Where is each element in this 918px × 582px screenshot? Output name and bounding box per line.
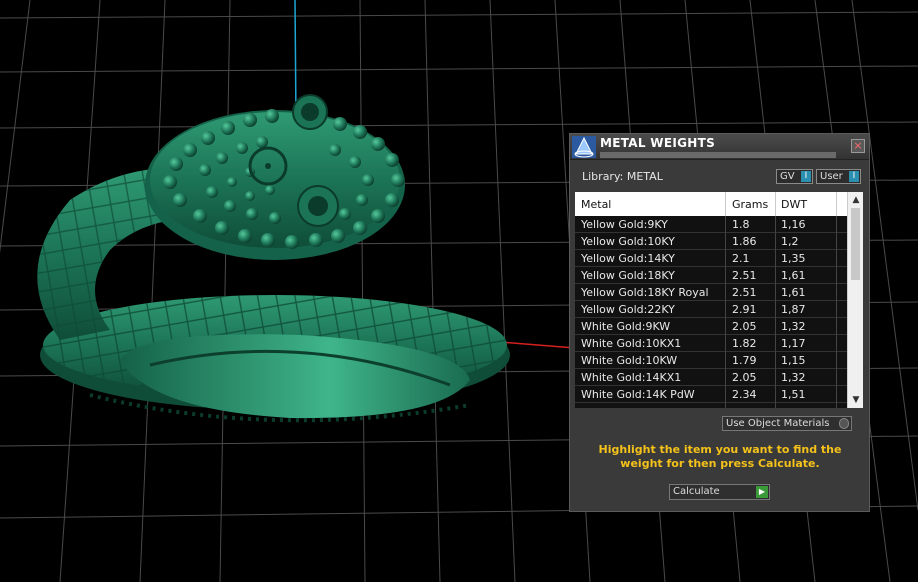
dwt-cell: 1,17 (781, 337, 806, 350)
scroll-down-icon[interactable]: ▼ (850, 394, 862, 406)
table-header: Metal Grams DWT (575, 192, 847, 217)
dwt-cell: 1,2 (781, 235, 799, 248)
metal-cell: Yellow Gold:10KY (581, 235, 675, 248)
close-button[interactable]: × (851, 139, 865, 153)
calculate-label: Calculate (673, 486, 720, 497)
x-axis-line (499, 341, 576, 349)
gv-toggle-label: GV (780, 171, 795, 182)
panel-titlebar[interactable]: METAL WEIGHTS × (570, 134, 869, 160)
title-divider (600, 152, 836, 158)
table-row[interactable]: Yellow Gold:14KY 2.1 1,35 (575, 250, 847, 267)
dwt-cell: 1,35 (781, 252, 806, 265)
grams-cell: 2.05 (732, 371, 757, 384)
panel-title: METAL WEIGHTS (600, 136, 716, 150)
dwt-cell: 1,87 (781, 303, 806, 316)
play-icon: ▶ (756, 486, 768, 498)
ring-model[interactable] (37, 110, 510, 423)
dwt-cell: 1,61 (781, 269, 806, 282)
grams-cell: 1.8 (732, 218, 750, 231)
table-row[interactable]: White Gold:10KX1 1.82 1,17 (575, 335, 847, 352)
dwt-cell: 1,32 (781, 320, 806, 333)
gv-toggle[interactable]: GV I (776, 169, 813, 184)
metal-weights-panel: METAL WEIGHTS × Library: METAL GV I User… (569, 133, 870, 512)
metal-cell: White Gold:10KX1 (581, 337, 682, 350)
scroll-thumb[interactable] (851, 208, 860, 280)
grams-cell: 2.34 (732, 388, 757, 401)
scroll-up-icon[interactable]: ▲ (850, 194, 862, 206)
table-row[interactable]: White Gold:10KW 1.79 1,15 (575, 352, 847, 369)
table-row[interactable]: White Gold:14K PdW 2.34 1,51 (575, 386, 847, 403)
metal-cell: Yellow Gold:14KY (581, 252, 675, 265)
column-header-grams[interactable]: Grams (732, 198, 768, 211)
grams-cell: 1.79 (732, 354, 757, 367)
table-row[interactable]: White Gold:14KX1 2.05 1,32 (575, 369, 847, 386)
metal-cell: Yellow Gold:22KY (581, 303, 675, 316)
use-object-materials-toggle[interactable]: Use Object Materials (722, 416, 852, 431)
table-row[interactable]: Yellow Gold:10KY 1.86 1,2 (575, 233, 847, 250)
table-row[interactable]: Yellow Gold:18KY Royal 2.51 1,61 (575, 284, 847, 301)
grams-cell: 2.91 (732, 303, 757, 316)
radio-indicator-icon (839, 418, 849, 429)
app-logo-icon (572, 136, 596, 158)
dwt-cell: 1,61 (781, 286, 806, 299)
dwt-cell: 1,32 (781, 371, 806, 384)
column-header-dwt[interactable]: DWT (781, 198, 807, 211)
toggle-indicator-icon: I (801, 171, 811, 182)
metal-table: Metal Grams DWT Yellow Gold:9KY 1.8 1,16… (575, 192, 863, 408)
table-body: Yellow Gold:9KY 1.8 1,16 Yellow Gold:10K… (575, 216, 847, 408)
user-toggle-label: User (820, 171, 843, 182)
calculate-button[interactable]: Calculate ▶ (669, 484, 770, 500)
toggle-indicator-icon: I (849, 171, 859, 182)
table-row[interactable]: Yellow Gold:22KY 2.91 1,87 (575, 301, 847, 318)
metal-cell: White Gold:14KX1 (581, 371, 682, 384)
grams-cell: 2.51 (732, 269, 757, 282)
column-header-metal[interactable]: Metal (581, 198, 611, 211)
table-row[interactable]: Yellow Gold:9KY 1.8 1,16 (575, 216, 847, 233)
grams-cell: 1.82 (732, 337, 757, 350)
instruction-text: Highlight the item you want to find the … (598, 443, 842, 470)
dwt-cell: 1,51 (781, 388, 806, 401)
table-row[interactable] (575, 403, 847, 408)
table-scrollbar[interactable]: ▲ ▼ (847, 192, 863, 408)
dwt-cell: 1,16 (781, 218, 806, 231)
table-row[interactable]: Yellow Gold:18KY 2.51 1,61 (575, 267, 847, 284)
grams-cell: 2.51 (732, 286, 757, 299)
table-row[interactable]: White Gold:9KW 2.05 1,32 (575, 318, 847, 335)
dwt-cell: 1,15 (781, 354, 806, 367)
grams-cell: 1.86 (732, 235, 757, 248)
user-toggle[interactable]: User I (816, 169, 861, 184)
metal-cell: White Gold:10KW (581, 354, 678, 367)
grams-cell: 2.1 (732, 252, 750, 265)
grams-cell: 2.05 (732, 320, 757, 333)
metal-cell: Yellow Gold:18KY Royal (581, 286, 709, 299)
metal-cell: Yellow Gold:18KY (581, 269, 675, 282)
metal-cell: White Gold:9KW (581, 320, 671, 333)
metal-cell: White Gold:14K PdW (581, 388, 695, 401)
library-label: Library: METAL (582, 170, 663, 183)
use-object-materials-label: Use Object Materials (726, 418, 830, 429)
metal-cell: Yellow Gold:9KY (581, 218, 668, 231)
